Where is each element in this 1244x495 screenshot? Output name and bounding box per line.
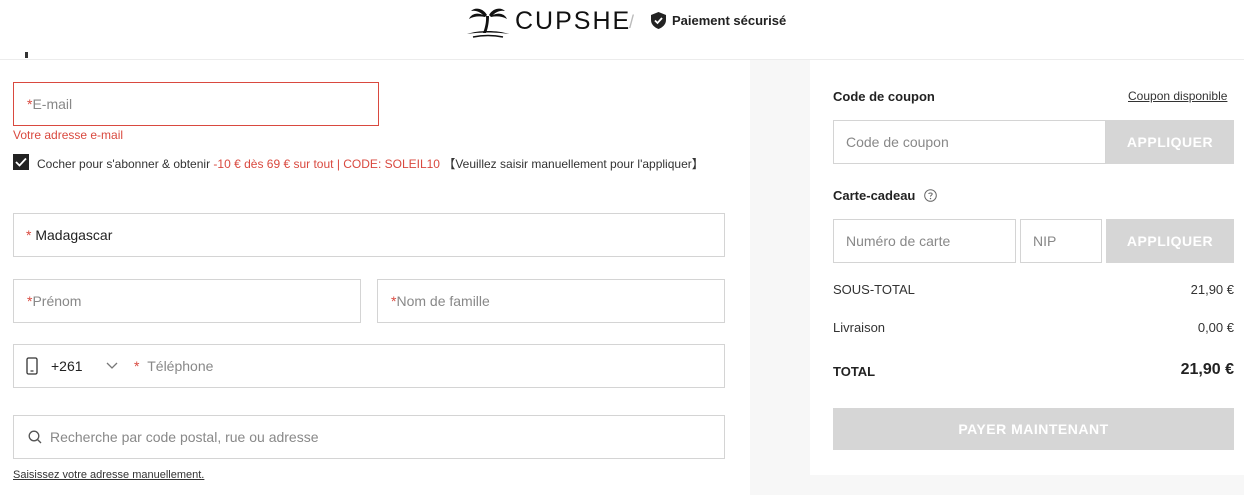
- shield-check-icon: [651, 12, 666, 29]
- coupon-input[interactable]: Code de coupon: [833, 120, 1106, 164]
- last-name-field[interactable]: *Nom de famille: [377, 279, 725, 323]
- required-mark: *: [134, 358, 140, 374]
- last-name-placeholder-text: Nom de famille: [396, 293, 490, 309]
- help-icon[interactable]: [924, 189, 937, 202]
- secure-payment-badge: Paiement sécurisé: [651, 12, 786, 29]
- first-name-placeholder: *Prénom: [27, 293, 81, 309]
- country-name: Madagascar: [35, 227, 113, 243]
- card-number-placeholder: Numéro de carte: [846, 233, 951, 249]
- chevron-down-icon[interactable]: [106, 362, 118, 370]
- phone-placeholder: * Téléphone: [134, 358, 213, 374]
- header-separator: /: [629, 12, 635, 32]
- first-name-field[interactable]: *Prénom: [13, 279, 361, 323]
- brand-name: CUPSHE: [515, 6, 632, 35]
- shipping-value: 0,00 €: [1197, 320, 1234, 335]
- mobile-phone-icon: [26, 357, 38, 375]
- coupon-title: Code de coupon: [833, 89, 935, 104]
- subscribe-promo: -10 € dès 69 € sur tout | CODE: SOLEIL10: [213, 157, 440, 171]
- cropped-heading-fragment: [22, 52, 30, 58]
- subscribe-checkbox[interactable]: [13, 154, 29, 170]
- pay-now-button[interactable]: PAYER MAINTENANT: [833, 408, 1234, 450]
- total-label: TOTAL: [833, 364, 876, 379]
- subscribe-text: Cocher pour s'abonner & obtenir: [37, 157, 214, 171]
- pin-input[interactable]: NIP: [1020, 219, 1102, 263]
- subtotal-label: SOUS-TOTAL: [833, 282, 915, 297]
- required-mark: *: [26, 227, 32, 243]
- brand-logo[interactable]: CUPSHE: [465, 3, 631, 39]
- secure-payment-label: Paiement sécurisé: [672, 13, 787, 28]
- dial-code[interactable]: +261: [51, 358, 83, 374]
- coupon-placeholder: Code de coupon: [846, 134, 949, 150]
- total-value: 21,90 €: [1180, 361, 1234, 378]
- phone-field[interactable]: +261 * Téléphone: [13, 344, 725, 388]
- giftcard-title: Carte-cadeau: [833, 188, 916, 203]
- pin-placeholder: NIP: [1033, 233, 1057, 249]
- subscribe-note: 【Veuillez saisir manuellement pour l'app…: [439, 157, 704, 171]
- email-field[interactable]: *E-mail: [13, 82, 379, 126]
- first-name-placeholder-text: Prénom: [32, 293, 82, 309]
- manual-address-link[interactable]: Saisissez votre adresse manuellement.: [13, 469, 204, 481]
- search-icon: [28, 430, 42, 444]
- shipping-label: Livraison: [833, 320, 886, 335]
- apply-coupon-button[interactable]: APPLIQUER: [1106, 120, 1234, 164]
- country-value: * Madagascar: [26, 227, 112, 243]
- palm-tree-icon: [467, 8, 509, 38]
- apply-giftcard-button[interactable]: APPLIQUER: [1106, 219, 1234, 263]
- address-search-placeholder: Recherche par code postal, rue ou adress…: [50, 429, 319, 445]
- subscribe-label: Cocher pour s'abonner & obtenir -10 € dè…: [37, 155, 704, 172]
- last-name-placeholder: *Nom de famille: [391, 293, 490, 309]
- email-placeholder: *E-mail: [27, 96, 72, 112]
- address-search-field[interactable]: Recherche par code postal, rue ou adress…: [13, 415, 725, 459]
- subtotal-value: 21,90 €: [1190, 282, 1234, 297]
- country-select[interactable]: * Madagascar: [13, 213, 725, 257]
- coupon-available-link[interactable]: Coupon disponible: [1128, 89, 1227, 103]
- email-error-message: Votre adresse e-mail: [13, 128, 124, 142]
- header: CUPSHE / Paiement sécurisé: [0, 0, 1244, 60]
- phone-placeholder-text: Téléphone: [147, 358, 214, 374]
- email-placeholder-text: E-mail: [32, 96, 73, 112]
- checkmark-icon: [15, 157, 27, 167]
- card-number-input[interactable]: Numéro de carte: [833, 219, 1016, 263]
